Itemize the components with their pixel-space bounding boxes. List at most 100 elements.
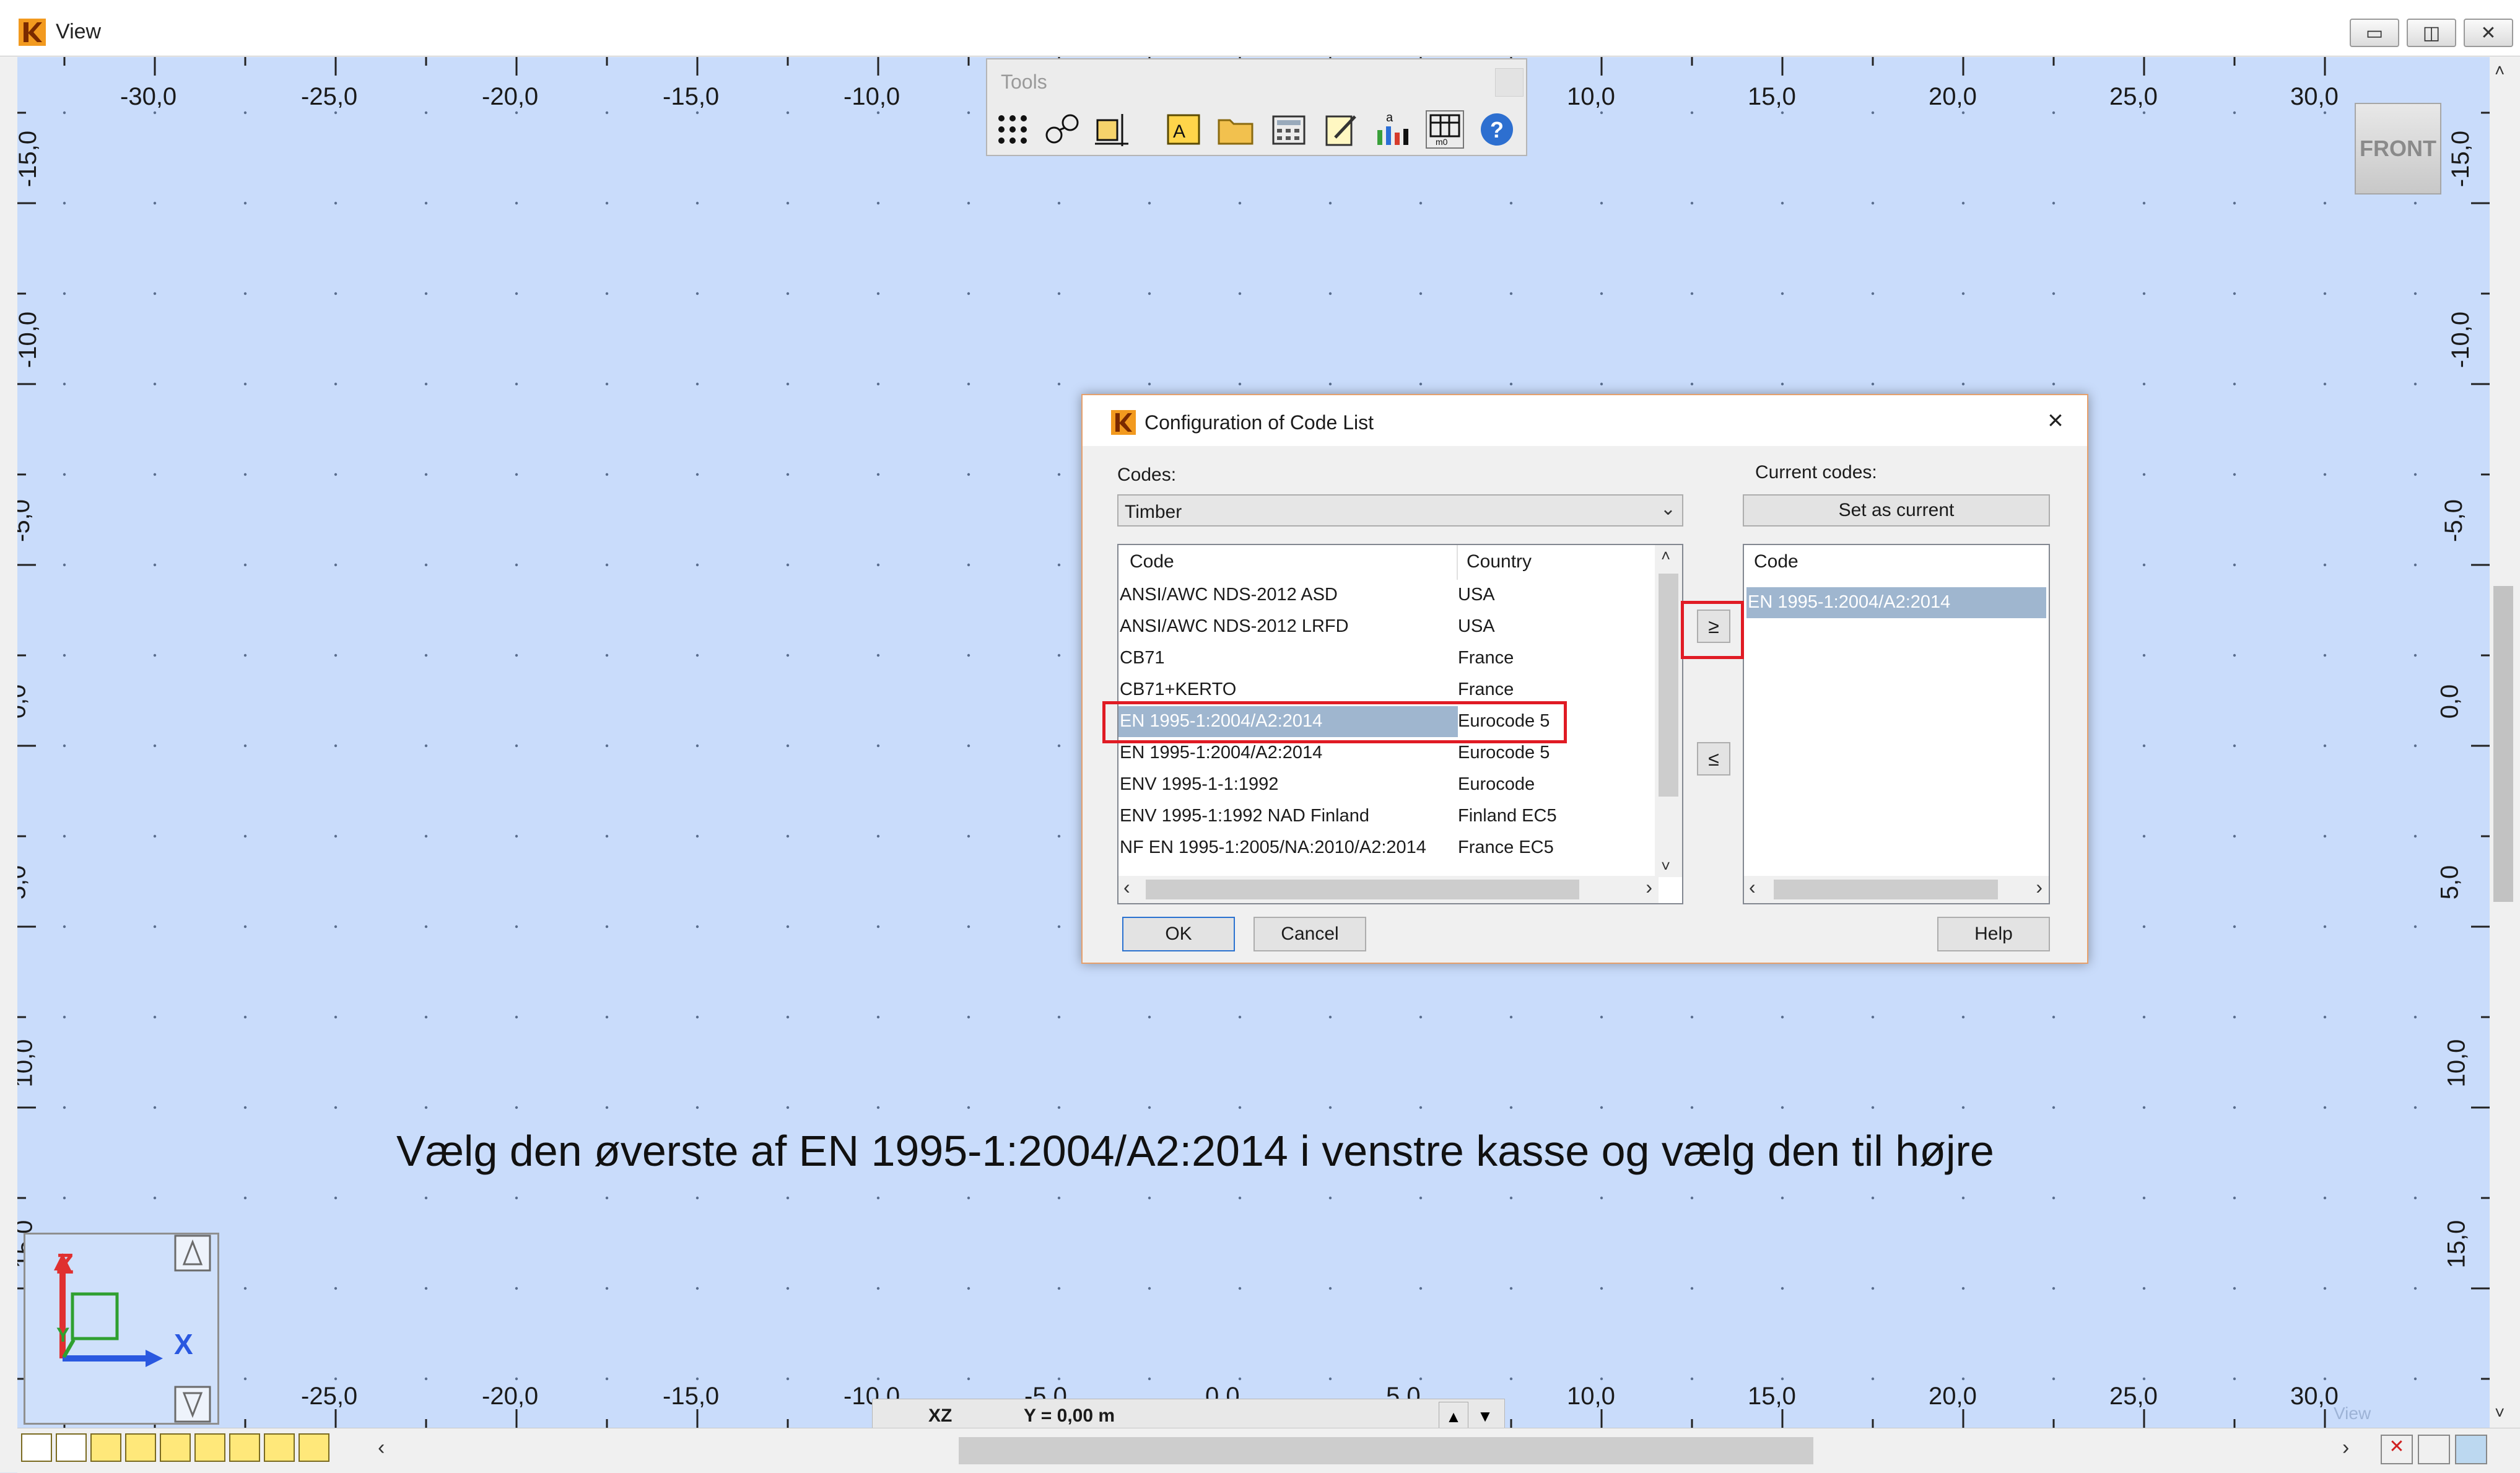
- current-codes-hthumb[interactable]: [1774, 880, 1998, 899]
- grid-dot: [424, 201, 428, 205]
- grid-dot: [2142, 201, 2146, 205]
- grid-dot: [1057, 563, 1061, 567]
- scroll-right-icon[interactable]: ›: [1646, 876, 1652, 899]
- line-mode-icon[interactable]: [160, 1433, 191, 1462]
- grid-dot: [2052, 201, 2056, 205]
- table-row[interactable]: ANSI/AWC NDS-2012 LRFD USA: [1118, 611, 1651, 642]
- calculator-icon[interactable]: [1270, 110, 1308, 149]
- scroll-up-icon[interactable]: ˄: [2495, 61, 2505, 81]
- current-codes-hscroll[interactable]: ‹ ›: [1744, 876, 2049, 903]
- grid-dot: [515, 1287, 518, 1290]
- grid-dot: [1509, 1015, 1513, 1019]
- grid-dots-icon[interactable]: [993, 110, 1032, 149]
- grid-dot: [515, 925, 518, 929]
- ruler-label: -25,0: [301, 83, 358, 110]
- codes-list-hscroll[interactable]: ‹ ›: [1118, 876, 1659, 903]
- node-mode-icon[interactable]: [21, 1433, 52, 1462]
- member-mode-icon[interactable]: [56, 1433, 87, 1462]
- view-option-icon[interactable]: ✕: [2381, 1435, 2413, 1464]
- grid-dot: [1600, 1106, 1603, 1109]
- cancel-button[interactable]: Cancel: [1253, 917, 1366, 951]
- ruler-label: 25,0: [2109, 1383, 2158, 1410]
- vertical-scrollbar[interactable]: ˄ ˅: [2490, 57, 2517, 1428]
- ok-button[interactable]: OK: [1122, 917, 1235, 951]
- grid-dot: [967, 1377, 970, 1381]
- bar-chart-icon[interactable]: a: [1372, 110, 1411, 149]
- codes-list-hthumb[interactable]: [1146, 880, 1579, 899]
- remove-code-button[interactable]: ≤: [1697, 742, 1730, 776]
- beam-mode-icon[interactable]: [264, 1433, 295, 1462]
- grid-dot: [1690, 111, 1694, 115]
- scroll-right-icon[interactable]: ›: [2342, 1436, 2349, 1460]
- grid-dot: [1148, 1106, 1151, 1109]
- tools-close-button[interactable]: [1495, 68, 1524, 97]
- grid-dot: [2142, 653, 2146, 657]
- scroll-left-icon[interactable]: ‹: [1749, 876, 1756, 899]
- vertical-scroll-thumb[interactable]: [2493, 586, 2513, 902]
- grid-dot: [786, 292, 790, 295]
- grid-dot: [1690, 201, 1694, 205]
- grid-dot: [1148, 1287, 1151, 1290]
- grid-dot: [2323, 382, 2327, 386]
- coordinate-up-icon[interactable]: ▲: [1439, 1402, 1468, 1431]
- grid-dot: [2323, 201, 2327, 205]
- help-icon[interactable]: ?: [1478, 110, 1516, 149]
- set-as-current-button[interactable]: Set as current: [1743, 494, 2050, 527]
- scroll-up-icon[interactable]: ˄: [1661, 546, 1670, 566]
- grid-dot: [1419, 1287, 1423, 1290]
- dimension-icon[interactable]: [1092, 110, 1131, 149]
- scroll-left-icon[interactable]: ‹: [378, 1436, 385, 1460]
- load-mode-icon[interactable]: [90, 1433, 121, 1462]
- codes-list-vscroll[interactable]: ˄ ˅: [1655, 545, 1682, 877]
- section-mode-icon[interactable]: [194, 1433, 225, 1462]
- scroll-left-icon[interactable]: ‹: [1123, 876, 1130, 899]
- grid-dot: [876, 1196, 880, 1200]
- window-titlebar[interactable]: View ▭ ◫ ✕: [0, 0, 2520, 56]
- current-codes-list[interactable]: Code EN 1995-1:2004/A2:2014 ‹ ›: [1743, 544, 2050, 904]
- dialog-titlebar[interactable]: Configuration of Code List ×: [1083, 395, 2087, 446]
- section-icon[interactable]: [1043, 110, 1081, 149]
- coordinate-down-icon[interactable]: ▼: [1471, 1402, 1499, 1430]
- help-button[interactable]: Help: [1937, 917, 2050, 951]
- scroll-down-icon[interactable]: ˅: [1661, 857, 1670, 876]
- grid-dot: [1961, 292, 1965, 295]
- current-code-column-header[interactable]: Code: [1754, 551, 1798, 572]
- grid-dot: [334, 292, 338, 295]
- scroll-right-icon[interactable]: ›: [2036, 876, 2043, 899]
- grid-dot: [876, 563, 880, 567]
- current-code-value[interactable]: EN 1995-1:2004/A2:2014: [1748, 592, 1950, 613]
- view-camera-icon[interactable]: [2455, 1435, 2487, 1464]
- table-icon[interactable]: m0: [1426, 110, 1464, 149]
- table-row[interactable]: NF EN 1995-1:2005/NA:2010/A2:2014 France …: [1118, 833, 1651, 863]
- grid-dot: [2323, 473, 2327, 476]
- text-icon[interactable]: A: [1164, 110, 1203, 149]
- close-window-button[interactable]: ✕: [2464, 19, 2513, 47]
- codes-list-vthumb[interactable]: [1659, 574, 1678, 797]
- dialog-close-icon[interactable]: ×: [2041, 406, 2070, 435]
- edit-icon[interactable]: [1322, 110, 1360, 149]
- codes-dropdown[interactable]: Timber ⌄: [1117, 494, 1683, 527]
- grid-dot: [695, 1106, 699, 1109]
- table-row[interactable]: ENV 1995-1-1:1992 Eurocode: [1118, 769, 1651, 800]
- grid-dot: [2413, 201, 2417, 205]
- grid-dot: [2323, 1377, 2327, 1381]
- folder-icon[interactable]: [1216, 110, 1255, 149]
- table-row[interactable]: CB71 France: [1118, 643, 1651, 674]
- minimize-button[interactable]: ▭: [2350, 19, 2399, 47]
- grid-dot: [2413, 292, 2417, 295]
- grid-dot: [334, 1196, 338, 1200]
- plate-mode-icon[interactable]: [229, 1433, 260, 1462]
- table-row[interactable]: ENV 1995-1:1992 NAD Finland Finland EC5: [1118, 801, 1651, 832]
- support-mode-icon[interactable]: [125, 1433, 156, 1462]
- country-column-header[interactable]: Country: [1467, 551, 1532, 572]
- horizontal-scroll-thumb[interactable]: [959, 1437, 1813, 1464]
- scroll-down-icon[interactable]: ˅: [2495, 1403, 2505, 1423]
- table-row[interactable]: ANSI/AWC NDS-2012 ASD USA: [1118, 580, 1651, 611]
- maximize-button[interactable]: ◫: [2407, 19, 2456, 47]
- code-column-header[interactable]: Code: [1130, 551, 1174, 572]
- result-mode-icon[interactable]: [299, 1433, 329, 1462]
- grid-dot: [1871, 1377, 1875, 1381]
- view-link-icon[interactable]: [2418, 1435, 2450, 1464]
- grid-dot: [1057, 653, 1061, 657]
- view-cube[interactable]: FRONT: [2355, 103, 2441, 195]
